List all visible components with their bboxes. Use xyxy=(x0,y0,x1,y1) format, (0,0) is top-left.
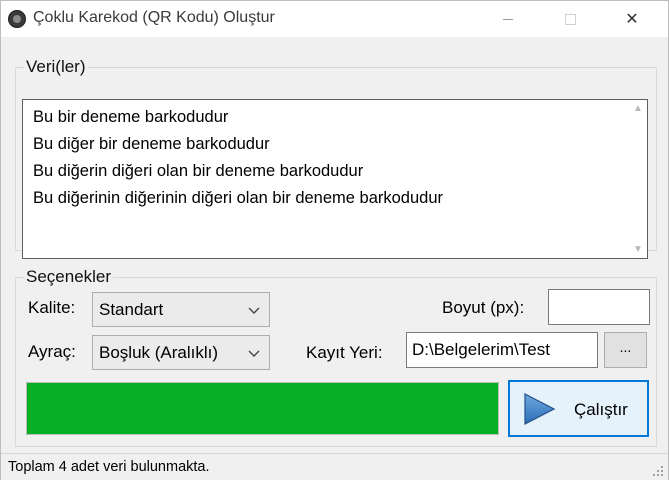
size-label: Boyut (px): xyxy=(442,298,525,317)
save-location-label: Kayıt Yeri: xyxy=(306,343,383,362)
size-grip-icon[interactable] xyxy=(652,465,664,477)
data-line: Bu diğer bir deneme barkodudur xyxy=(33,135,270,153)
quality-label: Kalite: xyxy=(28,298,76,317)
close-button[interactable]: ✕ xyxy=(609,1,655,37)
data-group-legend: Veri(ler) xyxy=(26,57,86,76)
chevron-down-icon xyxy=(248,350,260,357)
save-location-value: D:\Belgelerim\Test xyxy=(412,340,550,359)
quality-select[interactable]: Standart xyxy=(92,292,270,327)
separator-value: Boşluk (Aralıklı) xyxy=(99,343,219,362)
app-icon xyxy=(8,10,26,28)
save-location-input[interactable]: D:\Belgelerim\Test xyxy=(406,332,598,368)
scroll-up-icon[interactable]: ▲ xyxy=(633,103,643,114)
scroll-down-icon[interactable]: ▼ xyxy=(633,244,643,255)
progress-fill xyxy=(27,383,498,434)
options-group-legend: Seçenekler xyxy=(26,267,112,286)
main-window: Çoklu Karekod (QR Kodu) Oluştur ✕ Veri(l… xyxy=(0,0,669,480)
maximize-icon xyxy=(564,13,576,25)
close-icon: ✕ xyxy=(625,11,639,28)
separator-label: Ayraç: xyxy=(28,342,76,361)
minimize-button[interactable] xyxy=(485,1,531,37)
status-bar: Toplam 4 adet veri bulunmakta. xyxy=(1,453,668,480)
chevron-down-icon xyxy=(248,307,260,314)
data-line: Bu bir deneme barkodudur xyxy=(33,108,229,126)
data-line: Bu diğerin diğeri olan bir deneme barkod… xyxy=(33,162,364,180)
data-group: Veri(ler) Bu bir deneme barkodudur Bu di… xyxy=(15,57,657,259)
separator-select[interactable]: Boşluk (Aralıklı) xyxy=(92,335,270,370)
play-icon xyxy=(524,393,556,425)
progress-bar xyxy=(26,382,499,435)
run-button[interactable]: Çalıştır xyxy=(508,380,649,437)
vertical-scrollbar[interactable]: ▲ ▼ xyxy=(629,100,647,258)
run-button-label: Çalıştır xyxy=(574,400,628,419)
data-textarea[interactable]: Bu bir deneme barkodudur Bu diğer bir de… xyxy=(22,99,648,259)
size-input[interactable] xyxy=(548,289,650,325)
data-line: Bu diğerinin diğerinin diğeri olan bir d… xyxy=(33,189,444,207)
status-text: Toplam 4 adet veri bulunmakta. xyxy=(8,459,210,475)
quality-value: Standart xyxy=(99,300,164,319)
maximize-button[interactable] xyxy=(547,1,593,37)
browse-button[interactable]: ... xyxy=(604,332,647,368)
minimize-icon xyxy=(503,18,513,20)
title-bar[interactable]: Çoklu Karekod (QR Kodu) Oluştur ✕ xyxy=(1,1,668,37)
data-lines: Bu bir deneme barkodudur Bu diğer bir de… xyxy=(33,104,443,212)
window-title: Çoklu Karekod (QR Kodu) Oluştur xyxy=(33,9,275,26)
